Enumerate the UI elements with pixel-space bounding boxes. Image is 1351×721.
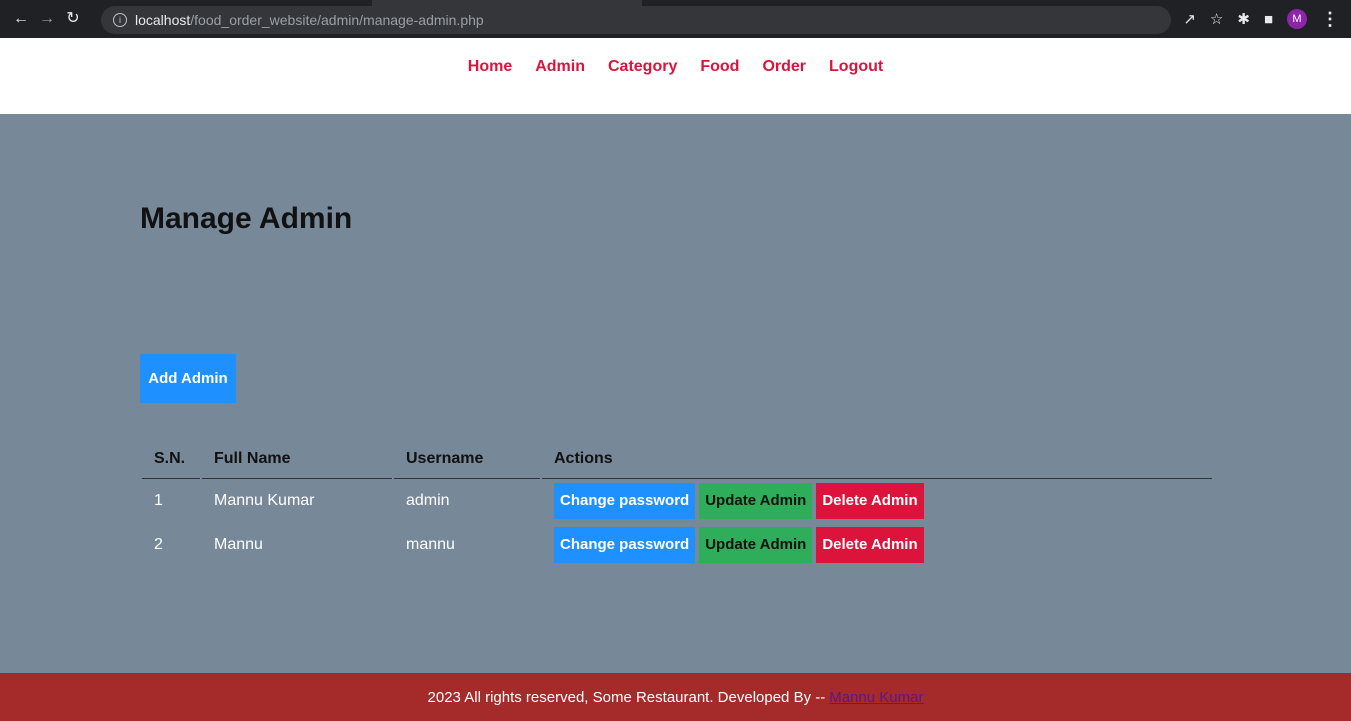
- address-bar[interactable]: i localhost/food_order_website/admin/man…: [101, 6, 1171, 34]
- forward-arrow-icon[interactable]: →: [36, 0, 58, 38]
- cell-actions: Change password Update Admin Delete Admin: [542, 479, 1212, 523]
- nav-link-logout[interactable]: Logout: [829, 58, 883, 75]
- nav-link-order[interactable]: Order: [762, 58, 806, 75]
- header-full-name: Full Name: [202, 440, 392, 479]
- table-row: 2 Mannu mannu Change password Update Admi…: [142, 523, 1212, 567]
- nav-item-home: Home: [468, 58, 512, 76]
- sidepanel-icon[interactable]: ■: [1264, 11, 1273, 28]
- nav-link-home[interactable]: Home: [468, 58, 512, 75]
- url-host: localhost: [135, 12, 191, 28]
- nav-item-order: Order: [762, 58, 806, 76]
- cell-sn: 2: [154, 536, 163, 553]
- update-admin-button[interactable]: Update Admin: [699, 483, 813, 519]
- info-icon[interactable]: i: [113, 13, 127, 27]
- nav-link-category[interactable]: Category: [608, 58, 677, 75]
- delete-admin-button[interactable]: Delete Admin: [816, 527, 924, 563]
- nav-item-logout: Logout: [829, 58, 883, 76]
- cell-username: admin: [406, 492, 450, 509]
- browser-toolbar: ← → ↻ i localhost/food_order_website/adm…: [0, 0, 1351, 38]
- update-admin-button[interactable]: Update Admin: [699, 527, 813, 563]
- kebab-menu-icon[interactable]: ⋮: [1321, 9, 1339, 30]
- admin-table: S.N. Full Name Username Actions 1 Mannu …: [140, 440, 1214, 567]
- cell-full-name: Mannu Kumar: [214, 492, 315, 509]
- table-row: 1 Mannu Kumar admin Change password Updat…: [142, 479, 1212, 523]
- share-icon[interactable]: ↗: [1183, 10, 1196, 28]
- footer: 2023 All rights reserved, Some Restauran…: [0, 673, 1351, 721]
- change-password-button[interactable]: Change password: [554, 483, 696, 519]
- profile-avatar[interactable]: M: [1287, 9, 1307, 29]
- page-title: Manage Admin: [140, 202, 353, 235]
- header-username: Username: [394, 440, 540, 479]
- cell-username: mannu: [406, 536, 455, 553]
- nav-list: Home Admin Category Food Order Logout: [468, 58, 883, 76]
- star-icon[interactable]: ☆: [1210, 10, 1223, 28]
- footer-developer-link[interactable]: Mannu Kumar: [829, 689, 923, 706]
- delete-admin-button[interactable]: Delete Admin: [816, 483, 924, 519]
- footer-text: 2023 All rights reserved, Some Restauran…: [427, 688, 826, 706]
- browser-actions: ↗ ☆ ✱ ■ M ⋮: [1183, 0, 1339, 38]
- back-arrow-icon[interactable]: ←: [10, 0, 32, 38]
- add-admin-button[interactable]: Add Admin: [140, 354, 236, 403]
- nav-item-food: Food: [700, 58, 739, 76]
- header-actions: Actions: [542, 440, 1212, 479]
- nav-item-category: Category: [608, 58, 677, 76]
- main-content: Manage Admin Add Admin S.N. Full Name Us…: [0, 114, 1351, 673]
- reload-icon[interactable]: ↻: [62, 0, 84, 38]
- header-sn: S.N.: [142, 440, 200, 479]
- nav-link-food[interactable]: Food: [700, 58, 739, 75]
- cell-sn: 1: [154, 492, 163, 509]
- nav-item-admin: Admin: [535, 58, 585, 76]
- nav-link-admin[interactable]: Admin: [535, 58, 585, 75]
- url-path: /food_order_website/admin/manage-admin.p…: [190, 12, 484, 28]
- site-navigation: Home Admin Category Food Order Logout: [0, 38, 1351, 114]
- cell-full-name: Mannu: [214, 536, 263, 553]
- change-password-button[interactable]: Change password: [554, 527, 696, 563]
- table-header-row: S.N. Full Name Username Actions: [142, 440, 1212, 479]
- extensions-icon[interactable]: ✱: [1237, 10, 1250, 28]
- cell-actions: Change password Update Admin Delete Admin: [542, 523, 1212, 567]
